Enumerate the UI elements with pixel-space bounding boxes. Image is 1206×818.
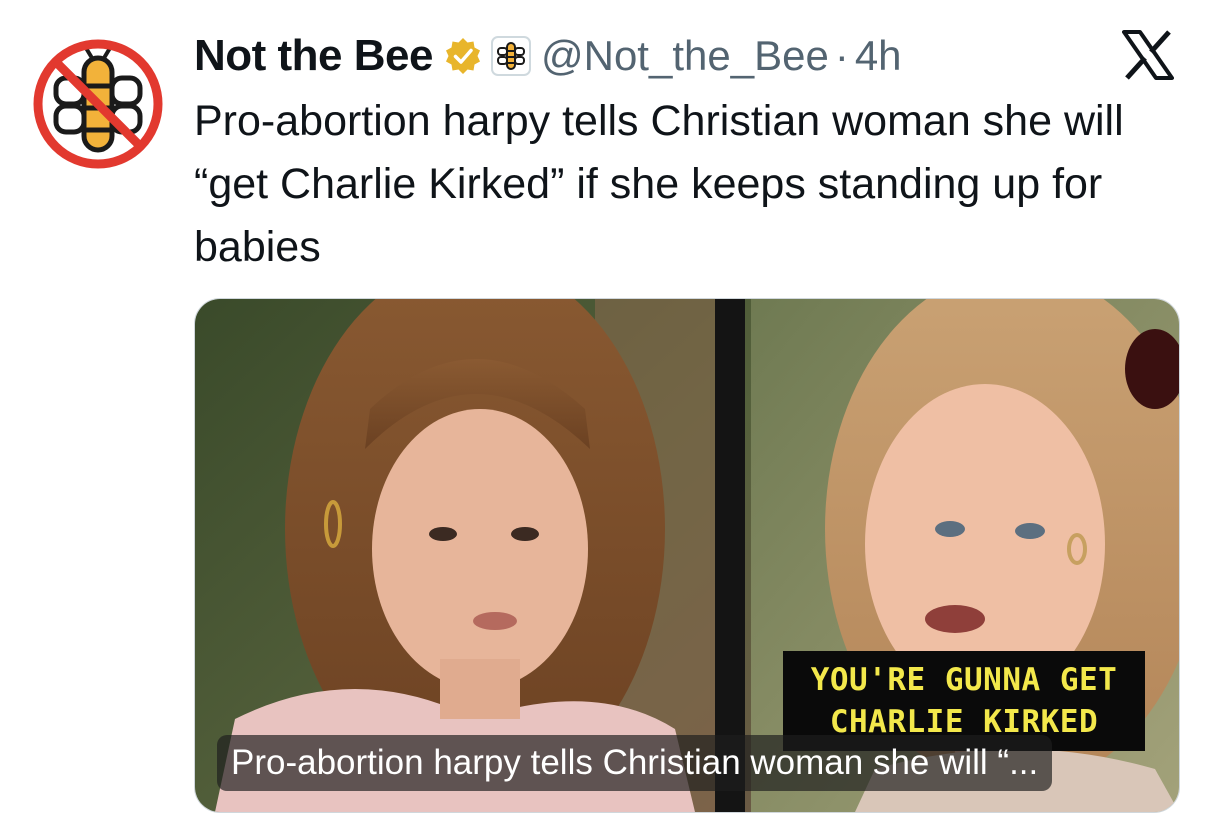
timestamp[interactable]: 4h [855,32,902,80]
avatar[interactable] [30,36,166,172]
bee-affiliation-badge-icon[interactable] [490,36,531,76]
tweet-header: Not the Bee @Not_the_Bee · 4h [194,24,902,88]
separator-dot: · [834,32,849,79]
author-name[interactable]: Not the Bee [194,31,433,81]
media-card[interactable]: YOU'RE GUNNA GET CHARLIE KIRKED Pro-abor… [194,298,1180,813]
caption-line-1: YOU'RE GUNNA GET [810,662,1118,698]
x-logo-icon [1122,30,1174,80]
no-bee-logo-icon [32,38,164,170]
author-handle[interactable]: @Not_the_Bee [541,32,829,80]
tweet-text: Pro-abortion harpy tells Christian woman… [194,97,1124,271]
verified-badge-icon[interactable] [443,36,483,76]
media-title[interactable]: Pro-abortion harpy tells Christian woman… [217,735,1053,791]
